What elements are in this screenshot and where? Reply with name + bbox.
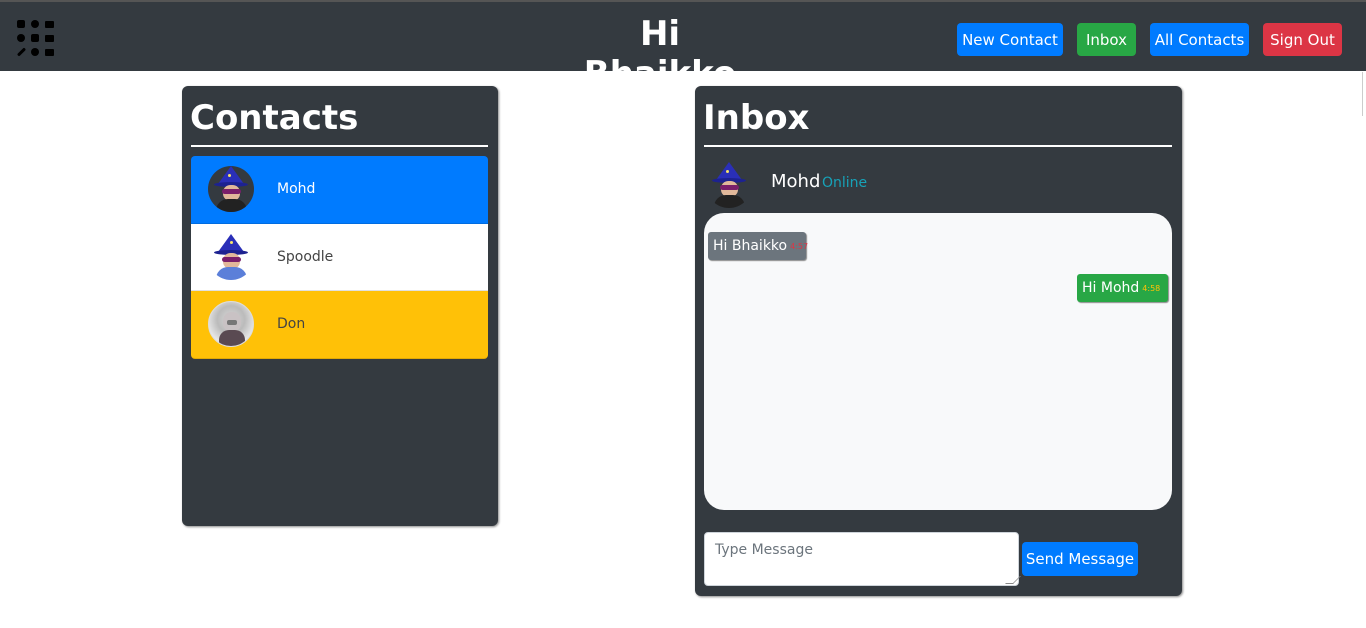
inbox-button[interactable]: Inbox (1077, 23, 1136, 56)
message-time: 4:57 (790, 241, 809, 251)
sign-out-button[interactable]: Sign Out (1263, 23, 1342, 56)
scrollbar[interactable] (1362, 72, 1366, 116)
inbox-title: Inbox (703, 98, 810, 138)
contact-name: Mohd (277, 181, 316, 198)
chat-header: Mohd Online (704, 158, 1172, 208)
contact-icons-grid-icon[interactable] (14, 17, 56, 59)
wizard-avatar-icon (208, 166, 254, 213)
new-contact-button[interactable]: New Contact (957, 23, 1063, 56)
contacts-title: Contacts (190, 98, 359, 138)
wizard-avatar-icon (208, 233, 254, 280)
message-input[interactable] (704, 532, 1019, 586)
contact-item-spoodle[interactable]: Spoodle (191, 223, 488, 291)
message-time: 4:58 (1142, 283, 1161, 293)
photo-avatar-icon (208, 301, 254, 348)
all-contacts-button[interactable]: All Contacts (1150, 23, 1249, 56)
send-message-button[interactable]: Send Message (1022, 542, 1138, 576)
contact-item-don[interactable]: Don (191, 291, 488, 359)
online-status: Online (822, 175, 868, 191)
greeting-title: Hi Bhaikko (583, 14, 737, 94)
message-text: Hi Bhaikko (713, 238, 788, 254)
outgoing-message: Hi Mohd 4:58 (1077, 274, 1168, 302)
contact-item-mohd[interactable]: Mohd (191, 156, 488, 224)
message-area[interactable]: Hi Bhaikko 4:57 Hi Mohd 4:58 (704, 213, 1172, 510)
incoming-message: Hi Bhaikko 4:57 (708, 232, 809, 260)
contact-name: Don (277, 316, 306, 333)
contact-name: Spoodle (277, 248, 334, 265)
top-navbar: Hi Bhaikko New Contact Inbox All Contact… (0, 2, 1366, 94)
message-text: Hi Mohd (1082, 280, 1140, 296)
contact-list: Mohd Spoodle Don (191, 156, 488, 359)
chat-contact-name: Mohd (771, 171, 821, 192)
wizard-avatar-icon (706, 162, 752, 208)
inbox-divider (704, 145, 1172, 147)
contacts-divider (191, 145, 488, 147)
